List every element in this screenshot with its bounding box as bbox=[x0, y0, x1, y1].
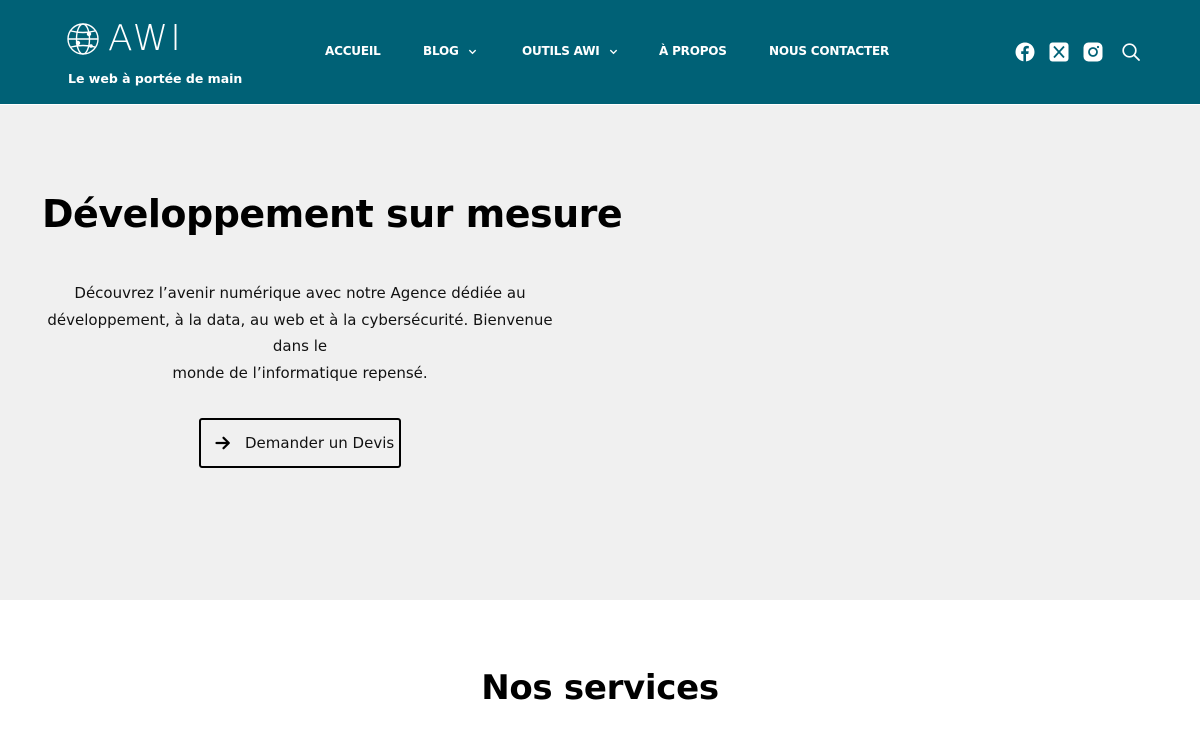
nav-item-label: OUTILS AWI bbox=[522, 44, 600, 58]
arrow-right-icon bbox=[215, 436, 230, 450]
nav-item-a-propos[interactable]: À PROPOS bbox=[659, 44, 727, 58]
site-logo[interactable]: AWI bbox=[66, 18, 183, 59]
nav-item-nous-contacter[interactable]: NOUS CONTACTER bbox=[769, 44, 889, 58]
request-quote-label: Demander un Devis bbox=[245, 434, 395, 452]
nav-item-label: BLOG bbox=[423, 44, 459, 58]
nav-item-blog[interactable]: BLOG bbox=[423, 44, 477, 58]
hero-description-line: développement, à la data, au web et à la… bbox=[47, 310, 553, 356]
services-title: Nos services bbox=[481, 668, 719, 708]
hero-description-line: monde de l’informatique repensé. bbox=[172, 363, 428, 382]
chevron-down-icon bbox=[609, 49, 617, 54]
nav-item-accueil[interactable]: ACCUEIL bbox=[325, 44, 381, 58]
logo-wordmark: AWI bbox=[108, 18, 183, 59]
site-tagline: Le web à portée de main bbox=[68, 71, 243, 86]
request-quote-button[interactable]: Demander un Devis bbox=[199, 418, 401, 468]
facebook-icon[interactable] bbox=[1015, 42, 1035, 62]
nav-item-label: À PROPOS bbox=[659, 44, 727, 58]
chevron-down-icon bbox=[468, 49, 476, 54]
x-icon[interactable] bbox=[1049, 42, 1069, 62]
search-icon[interactable] bbox=[1121, 42, 1141, 62]
nav-item-label: ACCUEIL bbox=[325, 44, 381, 58]
hero-description: Découvrez l’avenir numérique avec notre … bbox=[30, 280, 570, 386]
globe-icon bbox=[67, 23, 99, 55]
nav-item-label: NOUS CONTACTER bbox=[769, 44, 890, 58]
nav-item-outils-awi[interactable]: OUTILS AWI bbox=[522, 44, 618, 58]
hero-description-line: Découvrez l’avenir numérique avec notre … bbox=[74, 284, 526, 302]
hero-title: Développement sur mesure bbox=[42, 192, 623, 236]
instagram-icon[interactable] bbox=[1083, 42, 1103, 62]
